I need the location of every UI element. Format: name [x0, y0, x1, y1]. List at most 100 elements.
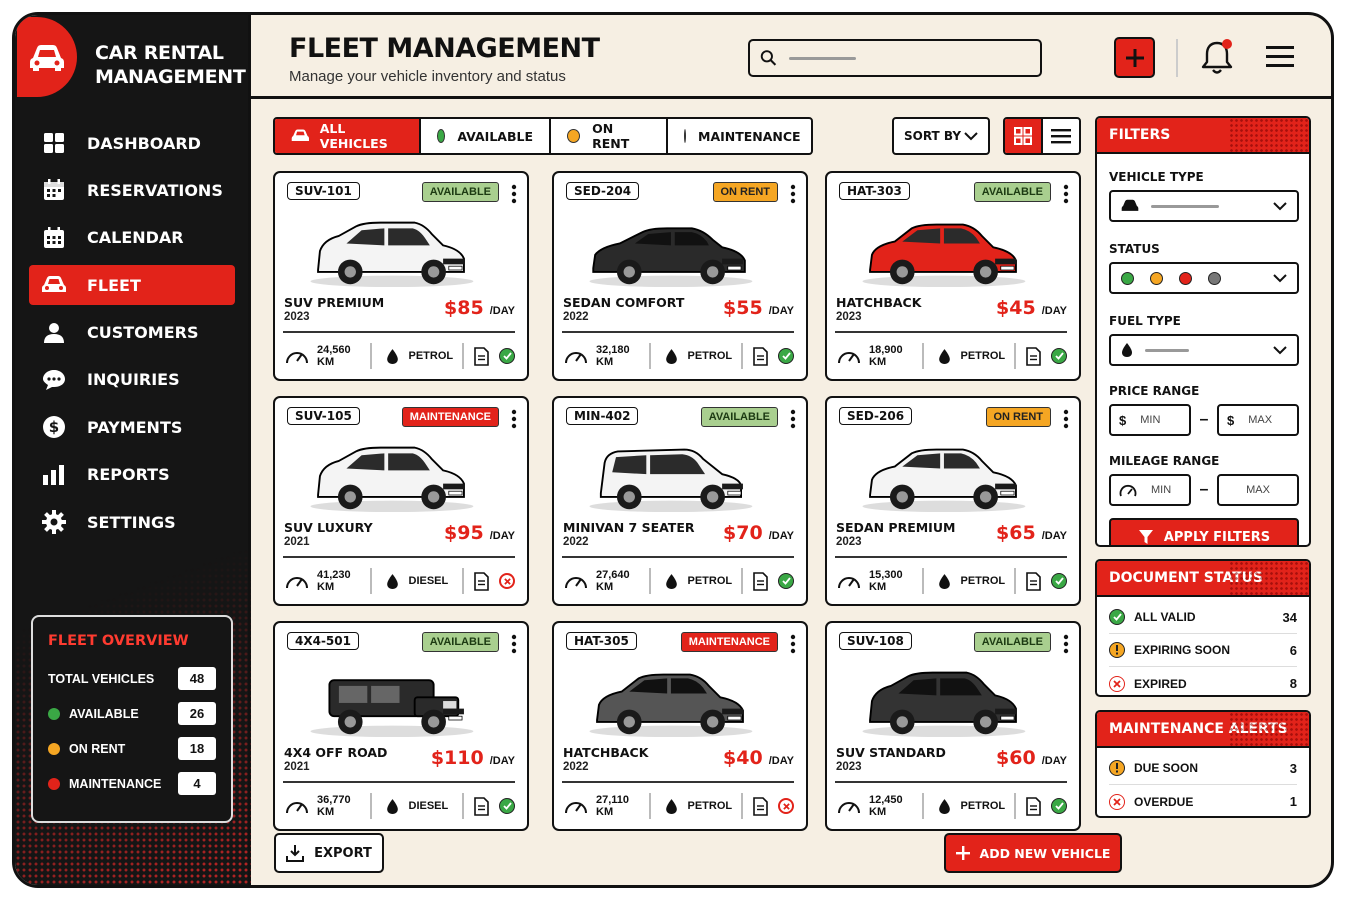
document-status[interactable]: [474, 571, 515, 591]
vehicle-year: 2021: [284, 536, 310, 548]
document-status[interactable]: [1026, 796, 1067, 816]
vehicle-card[interactable]: SUV-108 AVAILABLE SUV STANDARD 2023 $60 …: [825, 621, 1081, 831]
vehicle-card[interactable]: 4X4-501 AVAILABLE 4X4 OFF ROAD 2021 $110…: [273, 621, 529, 831]
document-status[interactable]: [753, 571, 794, 591]
document-icon: [474, 346, 489, 366]
tab-maintenance[interactable]: MAINTENANCE: [668, 119, 811, 153]
tab-available[interactable]: AVAILABLE: [421, 119, 551, 153]
stat-divider: [369, 793, 372, 819]
maintenance-row-due-soon[interactable]: DUE SOON 3: [1109, 752, 1297, 785]
vehicle-card[interactable]: SED-204 ON RENT SEDAN COMFORT 2022 $55 /…: [552, 171, 808, 381]
kebab-menu-icon[interactable]: [511, 184, 517, 204]
price-max-input[interactable]: $ MAX: [1217, 404, 1299, 436]
sort-by-dropdown[interactable]: SORT BY: [892, 117, 990, 155]
hamburger-menu-button[interactable]: [1265, 45, 1295, 71]
tab-on-rent[interactable]: ON RENT: [551, 119, 668, 153]
search-input[interactable]: [864, 50, 1040, 66]
menu-icon: [1266, 46, 1294, 67]
document-status[interactable]: [1026, 571, 1067, 591]
sidebar-item-fleet[interactable]: FLEET: [29, 265, 235, 306]
status-select[interactable]: [1109, 262, 1299, 294]
vehicle-card[interactable]: HAT-303 AVAILABLE HATCHBACK 2023 $45 /DA…: [825, 171, 1081, 381]
kebab-menu-icon[interactable]: [511, 634, 517, 654]
vehicle-name: MINIVAN 7 SEATER: [563, 520, 695, 535]
kebab-menu-icon[interactable]: [790, 184, 796, 204]
vehicle-year: 2023: [836, 761, 862, 773]
fuel-type: PETROL: [930, 348, 1009, 365]
vehicle-stats: 18,900 KM PETROL: [837, 339, 1067, 373]
sidebar-item-customers[interactable]: CUSTOMERS: [29, 313, 235, 353]
document-status[interactable]: [753, 796, 794, 816]
dollar-icon: $: [41, 414, 67, 440]
tab-label: MAINTENANCE: [698, 128, 801, 144]
document-status[interactable]: [474, 346, 515, 366]
grid-view-button[interactable]: [1005, 119, 1043, 153]
sidebar-item-inquiries[interactable]: INQUIRIES: [29, 360, 235, 400]
kebab-menu-icon[interactable]: [511, 409, 517, 429]
kebab-menu-icon[interactable]: [1063, 409, 1069, 429]
price-min-input[interactable]: $ MIN: [1109, 404, 1191, 436]
document-icon: [474, 571, 489, 591]
vehicle-card[interactable]: SUV-105 MAINTENANCE SUV LUXURY 2021 $95 …: [273, 396, 529, 606]
vehicle-card[interactable]: SUV-101 AVAILABLE SUV PREMIUM 2023 $85 /…: [273, 171, 529, 381]
vehicle-image: [301, 657, 481, 747]
vehicle-card[interactable]: SED-206 ON RENT SEDAN PREMIUM 2023 $65 /…: [825, 396, 1081, 606]
price-unit: /DAY: [768, 305, 794, 317]
x-circle-icon: [1109, 793, 1125, 810]
sidebar-item-dashboard[interactable]: DASHBOARD: [29, 123, 235, 163]
list-view-button[interactable]: [1043, 119, 1079, 153]
kebab-menu-icon[interactable]: [790, 409, 796, 429]
sidebar-item-reports[interactable]: REPORTS: [29, 455, 235, 495]
document-status[interactable]: [1026, 346, 1067, 366]
document-row-valid[interactable]: ALL VALID 34: [1109, 601, 1297, 634]
status-dot-red: [48, 777, 60, 790]
tab-all-vehicles[interactable]: ALL VEHICLES: [275, 119, 421, 153]
search-box[interactable]: [748, 39, 1042, 77]
vehicle-card[interactable]: HAT-305 MAINTENANCE HATCHBACK 2022 $40 /…: [552, 621, 808, 831]
notifications-button[interactable]: [1199, 37, 1235, 77]
vehicle-type-select[interactable]: [1109, 190, 1299, 222]
kebab-menu-icon[interactable]: [1063, 184, 1069, 204]
vehicle-stats: 36,770 KM DIESEL: [285, 789, 515, 823]
fuel-type-label: FUEL TYPE: [1109, 314, 1181, 328]
sidebar-item-payments[interactable]: $ PAYMENTS: [29, 407, 235, 447]
price-unit: /DAY: [1041, 530, 1067, 542]
chevron-down-icon: [1273, 346, 1287, 355]
mileage-value: 15,300: [869, 569, 903, 581]
vehicle-card[interactable]: MIN-402 AVAILABLE MINIVAN 7 SEATER 2022 …: [552, 396, 808, 606]
status-dot-orange: [1150, 271, 1163, 285]
sidebar-item-calendar[interactable]: CALENDAR: [29, 218, 235, 258]
dollar-icon: $: [1119, 412, 1127, 428]
export-button[interactable]: EXPORT: [274, 833, 384, 873]
price-amount: $40: [723, 747, 763, 769]
maintenance-row-label: OVERDUE: [1134, 794, 1194, 809]
document-status[interactable]: [474, 796, 515, 816]
status-badge: MAINTENANCE: [401, 407, 499, 427]
search-placeholder-bar: [789, 56, 856, 60]
fuel-type-select[interactable]: [1109, 334, 1299, 366]
add-new-vehicle-button[interactable]: ADD NEW VEHICLE: [944, 833, 1122, 873]
vehicle-stats: 12,450 KM PETROL: [837, 789, 1067, 823]
mileage-max-input[interactable]: MAX: [1217, 474, 1299, 506]
kebab-menu-icon[interactable]: [1063, 634, 1069, 654]
vehicle-code: MIN-402: [566, 407, 639, 425]
select-placeholder-bar: [1151, 204, 1219, 208]
document-status[interactable]: [753, 346, 794, 366]
sidebar-item-settings[interactable]: SETTINGS: [29, 502, 235, 542]
maintenance-row-overdue[interactable]: OVERDUE 1: [1109, 785, 1297, 816]
add-button[interactable]: [1114, 37, 1155, 78]
apply-filters-button[interactable]: APPLY FILTERS: [1109, 518, 1299, 545]
vehicle-price: $60 /DAY: [996, 747, 1067, 769]
mileage-min-input[interactable]: MIN: [1109, 474, 1191, 506]
status-dot-grey: [1208, 271, 1221, 285]
vehicle-image: [580, 207, 760, 297]
maintenance-alerts-panel: MAINTENANCE ALERTS DUE SOON 3 OVERDUE 1: [1095, 710, 1311, 818]
mileage: 15,300 KM: [837, 569, 916, 593]
document-row-expiring[interactable]: EXPIRING SOON 6: [1109, 634, 1297, 667]
mileage-value: 24,560: [317, 344, 351, 356]
speedometer-icon: [838, 577, 860, 589]
kebab-menu-icon[interactable]: [790, 634, 796, 654]
document-row-expired[interactable]: EXPIRED 8: [1109, 667, 1297, 695]
overview-label: ON RENT: [69, 741, 126, 756]
sidebar-item-reservations[interactable]: RESERVATIONS: [29, 170, 235, 210]
